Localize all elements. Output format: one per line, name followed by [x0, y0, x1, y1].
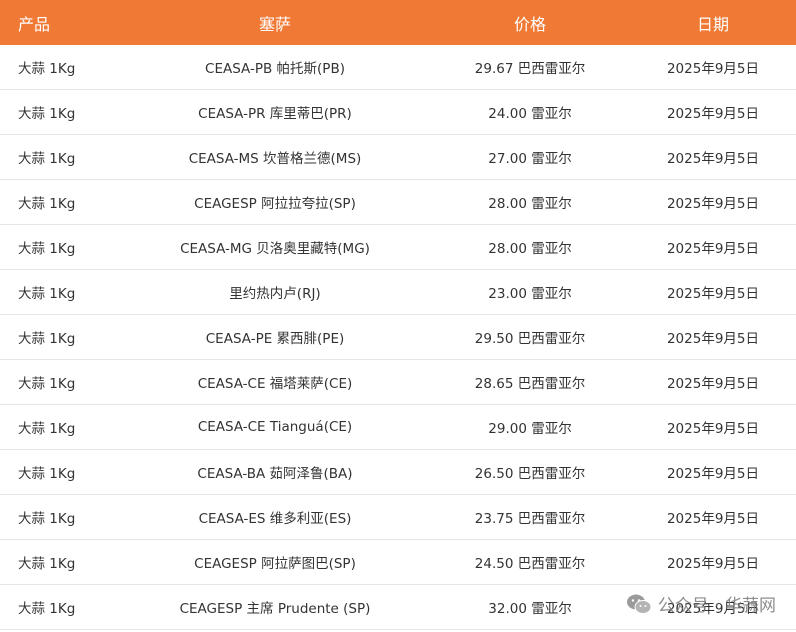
table-row: 大蒜 1Kg CEASA-MG 贝洛奥里藏特(MG) 28.00 雷亚尔 2025年9…: [0, 224, 796, 270]
cell-product: 大蒜 1Kg: [0, 539, 120, 585]
cell-date: 2025年9月5日: [630, 449, 796, 495]
header-date: 日期: [630, 0, 796, 45]
cell-market: CEAGESP 阿拉萨图巴(SP): [120, 539, 430, 585]
cell-product: 大蒜 1Kg: [0, 179, 120, 225]
cell-price: 29.50 巴西雷亚尔: [430, 314, 630, 360]
cell-price: 26.50 巴西雷亚尔: [430, 449, 630, 495]
watermark: 公众号 · 华蒜网: [626, 591, 776, 616]
cell-product: 大蒜 1Kg: [0, 269, 120, 315]
cell-date: 2025年9月5日: [630, 314, 796, 360]
cell-date: 2025年9月5日: [630, 359, 796, 405]
cell-price: 28.00 雷亚尔: [430, 224, 630, 270]
table-row: 大蒜 1Kg CEASA-BA 茹阿泽鲁(BA) 26.50 巴西雷亚尔 2025年9…: [0, 449, 796, 495]
wechat-icon: [626, 594, 652, 614]
header-product: 产品: [0, 0, 120, 45]
cell-price: 29.00 雷亚尔: [430, 404, 630, 450]
header-market: 塞萨: [120, 0, 430, 45]
cell-price: 23.75 巴西雷亚尔: [430, 494, 630, 540]
cell-price: 28.65 巴西雷亚尔: [430, 359, 630, 405]
cell-date: 2025年9月5日: [630, 134, 796, 180]
cell-market: 里约热内卢(RJ): [120, 269, 430, 315]
cell-price: 32.00 雷亚尔: [430, 584, 630, 630]
cell-market: CEASA-PB 帕托斯(PB): [120, 45, 430, 90]
price-table: 产品 塞萨 价格 日期 大蒜 1Kg CEASA-PB 帕托斯(PB) 29.67 …: [0, 0, 796, 630]
table-header-row: 产品 塞萨 价格 日期: [0, 0, 796, 45]
cell-market: CEASA-BA 茹阿泽鲁(BA): [120, 449, 430, 495]
header-price: 价格: [430, 0, 630, 45]
table-row: 大蒜 1Kg CEAGESP 阿拉拉夸拉(SP) 28.00 雷亚尔 2025年9月5…: [0, 179, 796, 225]
table-row: 大蒜 1Kg CEASA-PR 库里蒂巴(PR) 24.00 雷亚尔 2025年9月5…: [0, 89, 796, 135]
table-row: 大蒜 1Kg CEASA-MS 坎普格兰德(MS) 27.00 雷亚尔 2025年9月…: [0, 134, 796, 180]
cell-product: 大蒜 1Kg: [0, 584, 120, 630]
cell-market: CEASA-CE Tianguá(CE): [120, 404, 430, 450]
table-row: 大蒜 1Kg 里约热内卢(RJ) 23.00 雷亚尔 2025年9月5日: [0, 269, 796, 315]
table-row: 大蒜 1Kg CEASA-PE 累西腓(PE) 29.50 巴西雷亚尔 2025年9月…: [0, 314, 796, 360]
cell-date: 2025年9月5日: [630, 179, 796, 225]
cell-date: 2025年9月5日: [630, 494, 796, 540]
cell-market: CEASA-PR 库里蒂巴(PR): [120, 89, 430, 135]
table-row: 大蒜 1Kg CEASA-CE 福塔莱萨(CE) 28.65 巴西雷亚尔 2025年9…: [0, 359, 796, 405]
cell-product: 大蒜 1Kg: [0, 89, 120, 135]
watermark-text: 公众号 · 华蒜网: [657, 596, 776, 616]
table-row: 大蒜 1Kg CEASA-ES 维多利亚(ES) 23.75 巴西雷亚尔 2025年9…: [0, 494, 796, 540]
cell-product: 大蒜 1Kg: [0, 449, 120, 495]
cell-date: 2025年9月5日: [630, 45, 796, 90]
cell-market: CEASA-PE 累西腓(PE): [120, 314, 430, 360]
cell-market: CEAGESP 主席 Prudente (SP): [120, 584, 430, 630]
cell-market: CEASA-MG 贝洛奥里藏特(MG): [120, 224, 430, 270]
cell-price: 27.00 雷亚尔: [430, 134, 630, 180]
cell-market: CEAGESP 阿拉拉夸拉(SP): [120, 179, 430, 225]
cell-product: 大蒜 1Kg: [0, 45, 120, 90]
cell-date: 2025年9月5日: [630, 89, 796, 135]
cell-product: 大蒜 1Kg: [0, 494, 120, 540]
cell-price: 24.50 巴西雷亚尔: [430, 539, 630, 585]
cell-product: 大蒜 1Kg: [0, 404, 120, 450]
cell-market: CEASA-CE 福塔莱萨(CE): [120, 359, 430, 405]
cell-product: 大蒜 1Kg: [0, 134, 120, 180]
table-row: 大蒜 1Kg CEASA-CE Tianguá(CE) 29.00 雷亚尔 2025年…: [0, 404, 796, 450]
cell-date: 2025年9月5日: [630, 539, 796, 585]
cell-date: 2025年9月5日: [630, 404, 796, 450]
cell-market: CEASA-MS 坎普格兰德(MS): [120, 134, 430, 180]
table-row: 大蒜 1Kg CEASA-PB 帕托斯(PB) 29.67 巴西雷亚尔 2025年9月…: [0, 45, 796, 90]
table-row: 大蒜 1Kg CEAGESP 阿拉萨图巴(SP) 24.50 巴西雷亚尔 2025年9…: [0, 539, 796, 585]
cell-product: 大蒜 1Kg: [0, 314, 120, 360]
cell-product: 大蒜 1Kg: [0, 224, 120, 270]
cell-price: 23.00 雷亚尔: [430, 269, 630, 315]
cell-price: 29.67 巴西雷亚尔: [430, 45, 630, 90]
cell-market: CEASA-ES 维多利亚(ES): [120, 494, 430, 540]
cell-date: 2025年9月5日: [630, 269, 796, 315]
table-body: 大蒜 1Kg CEASA-PB 帕托斯(PB) 29.67 巴西雷亚尔 2025年9月…: [0, 45, 796, 630]
cell-product: 大蒜 1Kg: [0, 359, 120, 405]
cell-price: 24.00 雷亚尔: [430, 89, 630, 135]
cell-price: 28.00 雷亚尔: [430, 179, 630, 225]
cell-date: 2025年9月5日: [630, 224, 796, 270]
